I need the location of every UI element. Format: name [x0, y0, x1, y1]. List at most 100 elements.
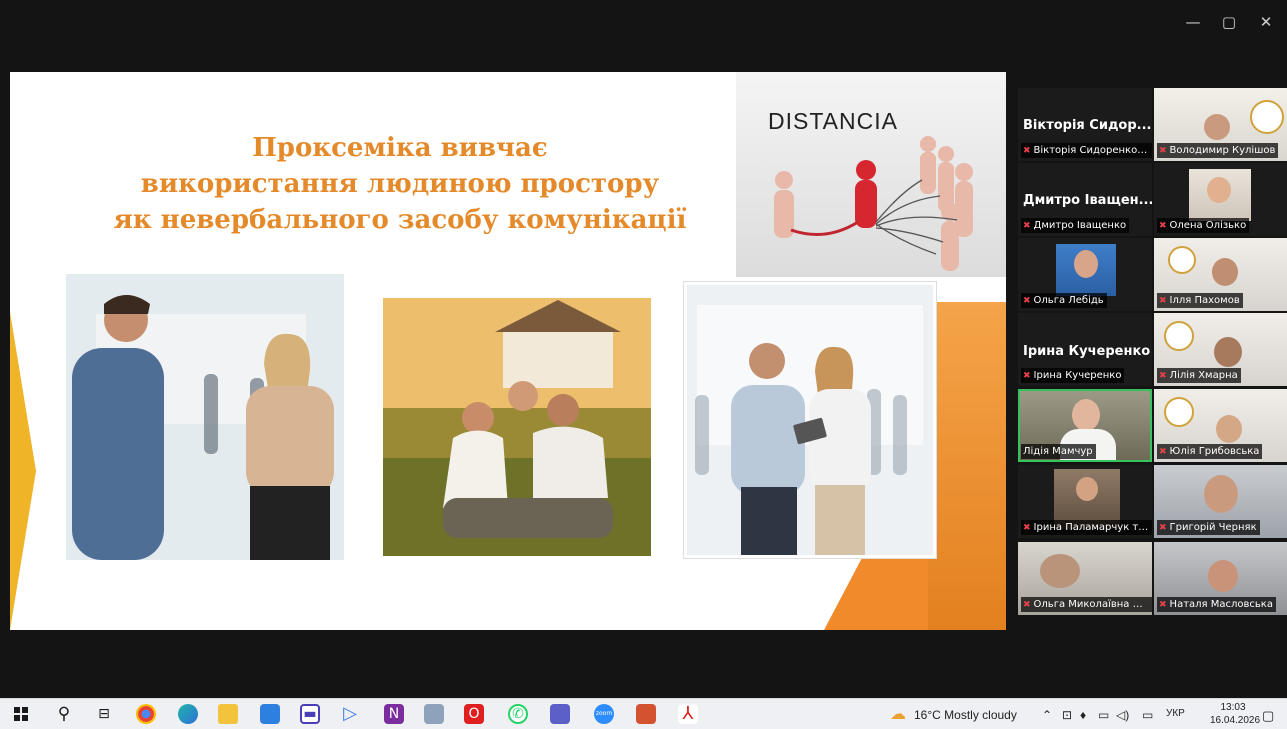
- participant-tile-active-speaker[interactable]: Лідія Мамчур: [1018, 389, 1152, 462]
- participant-name: Дмитро Іващенко: [1033, 220, 1127, 231]
- participant-name-label: ✖ Ілля Пахомов: [1157, 293, 1243, 308]
- institute-logo-icon: [1168, 246, 1196, 274]
- muted-mic-icon: ✖: [1159, 371, 1167, 381]
- volume-icon[interactable]: ◁): [1116, 708, 1129, 722]
- participant-name: Ольга Миколаївна Ба...: [1033, 599, 1152, 610]
- participant-tile[interactable]: ✖ Ольга Лебідь: [1018, 238, 1152, 311]
- participant-name-label: ✖ Дмитро Іващенко: [1021, 218, 1130, 233]
- task-view-icon[interactable]: ⊟: [94, 704, 114, 724]
- muted-mic-icon: ✖: [1023, 221, 1031, 231]
- display-icon[interactable]: ▭: [1142, 708, 1153, 722]
- family-picnic-photo: [383, 298, 651, 556]
- microphone-icon[interactable]: ♦: [1080, 708, 1086, 722]
- participant-video: [1204, 114, 1230, 140]
- participant-face: [1208, 560, 1238, 592]
- participant-tile[interactable]: ✖ Ілля Пахомов: [1154, 238, 1287, 311]
- clock-date: 16.04.2026: [1210, 715, 1261, 726]
- participant-face: [1204, 475, 1238, 513]
- clock[interactable]: 13:03 16.04.2026: [1210, 701, 1261, 727]
- participant-video: [1212, 258, 1238, 286]
- participant-name: Ірина Кучеренко: [1033, 370, 1122, 381]
- windows-start-icon[interactable]: [14, 707, 28, 721]
- participant-name: Юлія Грибовська: [1169, 446, 1260, 457]
- participant-name: Вікторія Сидоренко Бі...: [1033, 145, 1152, 156]
- muted-mic-icon: ✖: [1159, 296, 1167, 306]
- news-icon[interactable]: [424, 704, 444, 724]
- participant-tile[interactable]: ✖ Наталя Масловська: [1154, 542, 1287, 615]
- save-icon[interactable]: ▬: [300, 704, 320, 724]
- slide-title-line: Проксеміка вивчає: [252, 133, 548, 163]
- participant-tile[interactable]: ✖ Григорій Черняк: [1154, 465, 1287, 538]
- participant-name-label: ✖ Юлія Грибовська: [1157, 444, 1263, 459]
- participant-tile[interactable]: ✖ Ірина Паламарчук та ...: [1018, 465, 1152, 538]
- participant-face: [1076, 477, 1098, 501]
- participant-face: [1040, 554, 1080, 588]
- participant-name: Григорій Черняк: [1169, 522, 1257, 533]
- participant-name-label: ✖ Ольга Миколаївна Ба...: [1021, 597, 1152, 612]
- participant-tile[interactable]: Дмитро Іващен... ✖ Дмитро Іващенко: [1018, 163, 1152, 236]
- notifications-icon[interactable]: ▢: [1262, 708, 1274, 724]
- office-conversation-photo: [66, 274, 344, 560]
- participant-tile[interactable]: Ірина Кучеренко ✖ Ірина Кучеренко: [1018, 313, 1152, 386]
- muted-mic-icon: ✖: [1159, 523, 1167, 533]
- language-indicator[interactable]: УКР: [1166, 708, 1185, 719]
- acrobat-icon[interactable]: ⅄: [678, 704, 698, 724]
- participant-name-label: ✖ Григорій Черняк: [1157, 520, 1260, 535]
- restore-button[interactable]: ▢: [1214, 12, 1244, 32]
- participant-tile[interactable]: ✖ Юлія Грибовська: [1154, 389, 1287, 462]
- zoom-icon[interactable]: zoom: [594, 704, 614, 724]
- slide-decor-orange-bar: [928, 302, 1006, 630]
- muted-mic-icon: ✖: [1159, 447, 1167, 457]
- participant-name-label: ✖ Вікторія Сидоренко Бі...: [1021, 143, 1152, 158]
- participant-tile[interactable]: ✖ Лілія Хмарна: [1154, 313, 1287, 386]
- weather-icon: ☁: [890, 704, 906, 723]
- edge-icon[interactable]: [178, 704, 198, 724]
- participant-name-label: ✖ Наталя Масловська: [1157, 597, 1276, 612]
- figures-illustration: [774, 136, 973, 271]
- close-button[interactable]: ✕: [1251, 12, 1281, 32]
- participant-name-label: Лідія Мамчур: [1021, 444, 1096, 459]
- participant-name-label: ✖ Олена Олізько: [1157, 218, 1250, 233]
- search-icon[interactable]: ⚲: [54, 704, 74, 724]
- minimize-button[interactable]: —: [1178, 12, 1208, 32]
- participant-face: [1074, 250, 1098, 278]
- file-explorer-icon[interactable]: [218, 704, 238, 724]
- powerpoint-icon[interactable]: [636, 704, 656, 724]
- opera-icon[interactable]: O: [464, 704, 484, 724]
- clock-time: 13:03: [1220, 702, 1246, 713]
- muted-mic-icon: ✖: [1023, 523, 1031, 533]
- participant-name-label: ✖ Ірина Паламарчук та ...: [1021, 520, 1152, 535]
- muted-mic-icon: ✖: [1023, 296, 1031, 306]
- zoom-meeting-window: — ▢ ✕ Проксеміка вивчає використання люд…: [0, 0, 1287, 729]
- battery-icon[interactable]: ▭: [1098, 708, 1109, 722]
- onenote-icon[interactable]: N: [384, 704, 404, 724]
- participant-name: Наталя Масловська: [1169, 599, 1273, 610]
- participant-face: [1072, 399, 1100, 431]
- institute-logo-icon: [1164, 321, 1194, 351]
- mail-icon[interactable]: [260, 704, 280, 724]
- participant-bigname: Дмитро Іващен...: [1023, 193, 1152, 208]
- participant-tile[interactable]: ✖ Ольга Миколаївна Ба...: [1018, 542, 1152, 615]
- participant-name-label: ✖ Лілія Хмарна: [1157, 368, 1241, 383]
- participant-name: Ольга Лебідь: [1033, 295, 1104, 306]
- participant-name-label: ✖ Ірина Кучеренко: [1021, 368, 1125, 383]
- chrome-icon[interactable]: [136, 704, 156, 724]
- office-tablet-photo: [684, 282, 936, 558]
- participant-tile[interactable]: ✖ Володимир Кулішов: [1154, 88, 1287, 161]
- participant-name: Лілія Хмарна: [1169, 370, 1238, 381]
- participant-tile[interactable]: ✖ Олена Олізько: [1154, 163, 1287, 236]
- teams-icon[interactable]: [550, 704, 570, 724]
- shared-screen-slide: Проксеміка вивчає використання людиною п…: [10, 72, 1006, 630]
- whatsapp-icon[interactable]: ✆: [508, 704, 528, 724]
- media-player-icon[interactable]: ▷: [340, 704, 360, 724]
- slide-decor-triangle: [10, 312, 36, 630]
- participant-tile[interactable]: Вікторія Сидор... ✖ Вікторія Сидоренко Бі…: [1018, 88, 1152, 161]
- participant-name: Лідія Мамчур: [1023, 446, 1093, 457]
- weather-text[interactable]: 16°C Mostly cloudy: [914, 708, 1017, 722]
- participant-bigname: Ірина Кучеренко: [1023, 344, 1151, 359]
- muted-mic-icon: ✖: [1023, 146, 1031, 156]
- participant-name: Ілля Пахомов: [1169, 295, 1240, 306]
- slide-title: Проксеміка вивчає використання людиною п…: [80, 130, 720, 238]
- tray-chevron-up-icon[interactable]: ⌃: [1042, 708, 1052, 722]
- network-icon[interactable]: ⊡: [1062, 708, 1072, 722]
